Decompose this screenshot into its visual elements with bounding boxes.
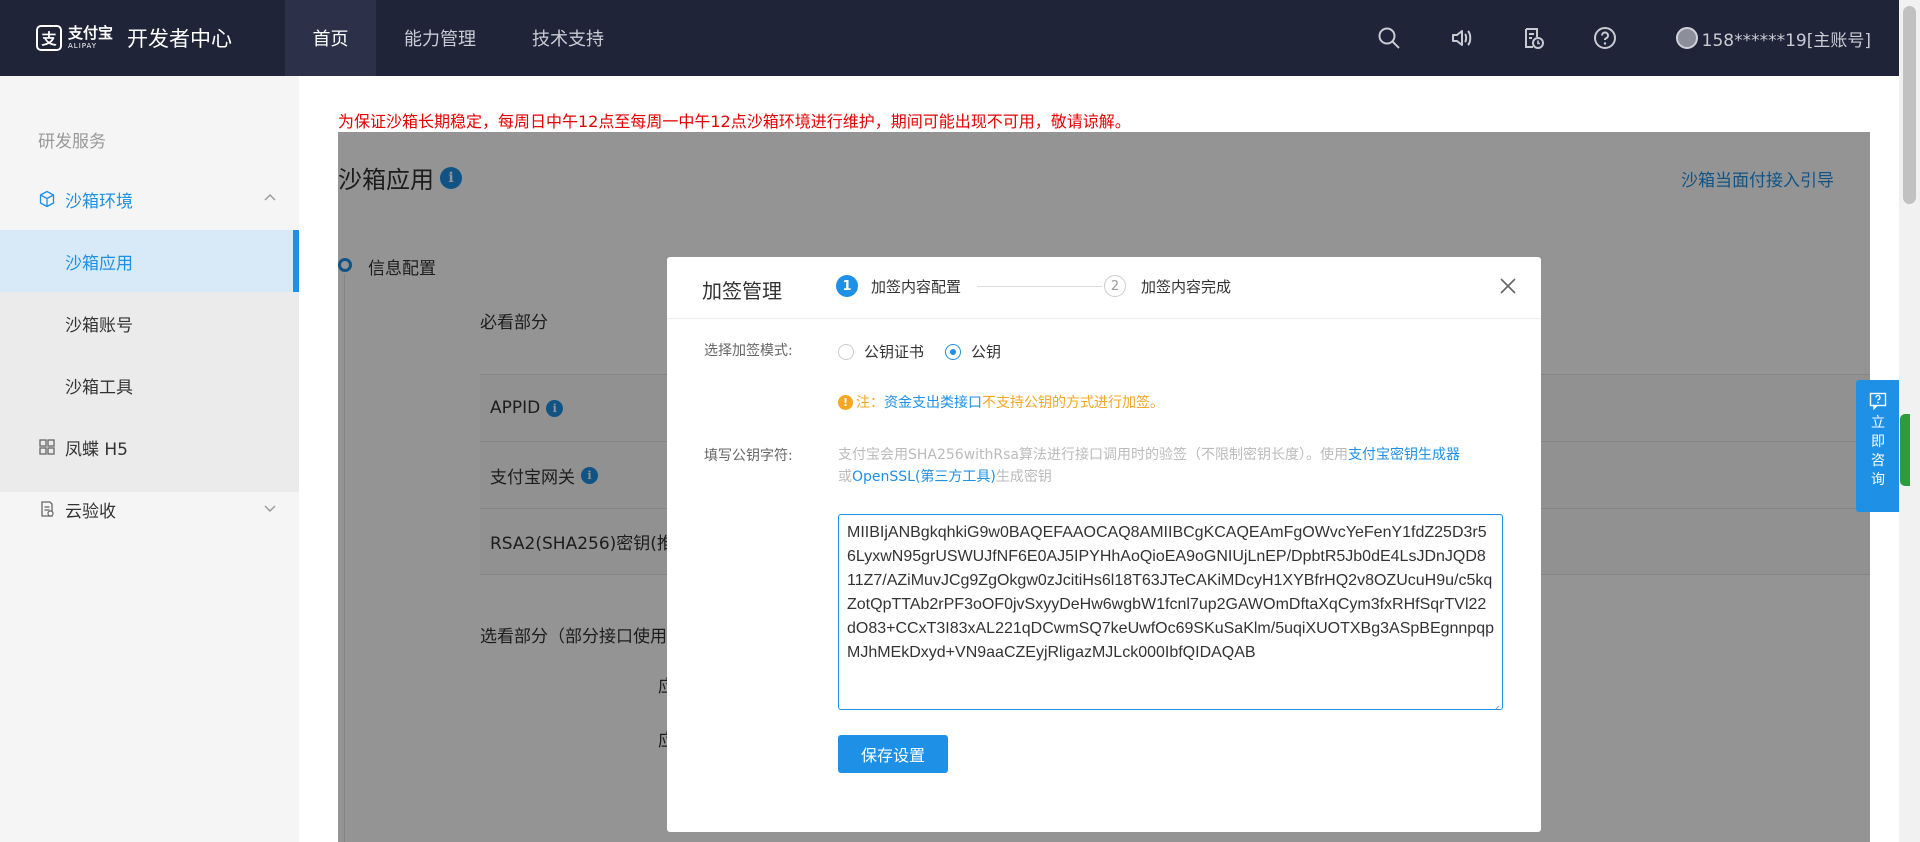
radio-label[interactable]: 公钥证书 [864, 341, 924, 362]
radio-public-key-cert[interactable] [838, 344, 854, 360]
avatar [1675, 27, 1698, 49]
search-icon[interactable] [1376, 25, 1402, 51]
dialog-header: 加签管理 1 加签内容配置 2 加签内容完成 [667, 257, 1541, 319]
help-text: 支付宝会用SHA256withRsa算法进行接口调用时的验签（不限制密钥长度）。… [838, 447, 1349, 463]
key-generator-link[interactable]: 支付宝密钥生成器 [1348, 447, 1460, 463]
sidebar-item-label: 凤蝶 H5 [65, 439, 129, 460]
help-text: 生成密钥 [995, 469, 1052, 485]
nav-capability-management[interactable]: 能力管理 [376, 0, 504, 76]
sign-mode-label: 选择加签模式: [704, 343, 793, 359]
scrollbar-thumb[interactable] [1903, 6, 1916, 204]
sidebar-item-fengdie-h5[interactable]: 凤蝶 H5 [0, 416, 299, 478]
alipay-logo-text: 支付宝 ALIPAY [68, 26, 113, 50]
clipboard-icon [37, 499, 57, 519]
sidebar: 研发服务 沙箱环境 沙箱应用 沙箱账号 沙箱工具 凤蝶 H5 云验收 [0, 76, 299, 842]
step-2-number: 2 [1104, 275, 1126, 297]
openssl-link[interactable]: OpenSSL(第三方工具) [852, 469, 996, 485]
sidebar-item-cloud-acceptance[interactable]: 云验收 [0, 478, 299, 540]
chevron-up-icon [263, 190, 277, 210]
public-key-help: 支付宝会用SHA256withRsa算法进行接口调用时的验签（不限制密钥长度）。… [838, 444, 1508, 488]
brand[interactable]: 支 支付宝 ALIPAY 开发者中心 [0, 0, 285, 76]
user-name: 158******19[主账号] [1701, 30, 1871, 51]
warn-prefix: 注： [856, 395, 884, 411]
dialog-title: 加签管理 [702, 279, 782, 303]
consult-char: 询 [1871, 472, 1885, 488]
document-clock-icon[interactable] [1520, 25, 1546, 51]
close-icon[interactable] [1499, 277, 1519, 297]
warn-suffix: 不支持公钥的方式进行加签。 [982, 395, 1164, 411]
signing-management-dialog: 加签管理 1 加签内容配置 2 加签内容完成 选择加签模式: 公钥证书 公钥 !… [667, 257, 1541, 832]
help-text: 或 [838, 469, 852, 485]
logo-en: ALIPAY [68, 42, 98, 50]
step-1-number: 1 [836, 275, 858, 297]
warning-note: ! 注： 资金支出类接口 不支持公钥的方式进行加签。 [838, 392, 1164, 412]
consult-char: 即 [1871, 434, 1885, 450]
maintenance-notice: 为保证沙箱长期稳定，每周日中午12点至每周一中午12点沙箱环境进行维护，期间可能… [338, 112, 1131, 131]
public-key-textarea[interactable]: MIIBIjANBgkqhkiG9w0BAQEFAAOCAQ8AMIIBCgKC… [838, 514, 1503, 710]
public-key-value: MIIBIjANBgkqhkiG9w0BAQEFAAOCAQ8AMIIBCgKC… [847, 524, 1494, 661]
sidebar-item-label: 沙箱环境 [65, 191, 133, 212]
warn-link[interactable]: 资金支出类接口 [884, 392, 982, 412]
save-settings-button[interactable]: 保存设置 [838, 735, 948, 773]
chevron-down-icon [263, 500, 277, 520]
top-right-tools: 158******19[主账号] [1330, 0, 1899, 76]
resize-grip-icon[interactable] [1490, 697, 1500, 709]
top-navigation-bar: 支 支付宝 ALIPAY 开发者中心 首页 能力管理 技术支持 158*****… [0, 0, 1899, 76]
grid-icon [37, 437, 57, 457]
sidebar-item-sandbox-app[interactable]: 沙箱应用 [0, 230, 299, 292]
side-float-tab[interactable] [1900, 414, 1910, 486]
speaker-icon[interactable] [1448, 25, 1474, 51]
radio-label[interactable]: 公钥 [971, 341, 1001, 362]
help-icon[interactable] [1592, 25, 1618, 51]
consult-now-button[interactable]: 立 即 咨 询 [1856, 380, 1900, 512]
user-account[interactable]: 158******19[主账号] [1675, 26, 1871, 51]
radio-public-key[interactable] [945, 344, 961, 360]
sidebar-item-label: 云验收 [65, 501, 116, 522]
consult-char: 立 [1871, 415, 1885, 431]
sidebar-item-sandbox-env[interactable]: 沙箱环境 [0, 168, 299, 230]
alipay-logo-icon: 支 [36, 25, 62, 51]
consult-char: 咨 [1871, 453, 1885, 469]
step-1-label: 加签内容配置 [871, 278, 962, 296]
cube-icon [37, 189, 57, 209]
logo-cn: 支付宝 [68, 24, 114, 42]
sidebar-item-sandbox-account[interactable]: 沙箱账号 [0, 292, 299, 354]
step-connector [977, 286, 1102, 287]
product-name: 开发者中心 [127, 27, 233, 51]
chat-question-icon [1869, 392, 1887, 411]
step-2-label: 加签内容完成 [1141, 278, 1232, 296]
public-key-label: 填写公钥字符: [704, 448, 793, 464]
sidebar-section-title: 研发服务 [38, 132, 106, 152]
nav-home[interactable]: 首页 [285, 0, 376, 76]
sidebar-item-sandbox-tools[interactable]: 沙箱工具 [0, 354, 299, 416]
warning-icon: ! [838, 394, 853, 410]
nav-tech-support[interactable]: 技术支持 [504, 0, 632, 76]
